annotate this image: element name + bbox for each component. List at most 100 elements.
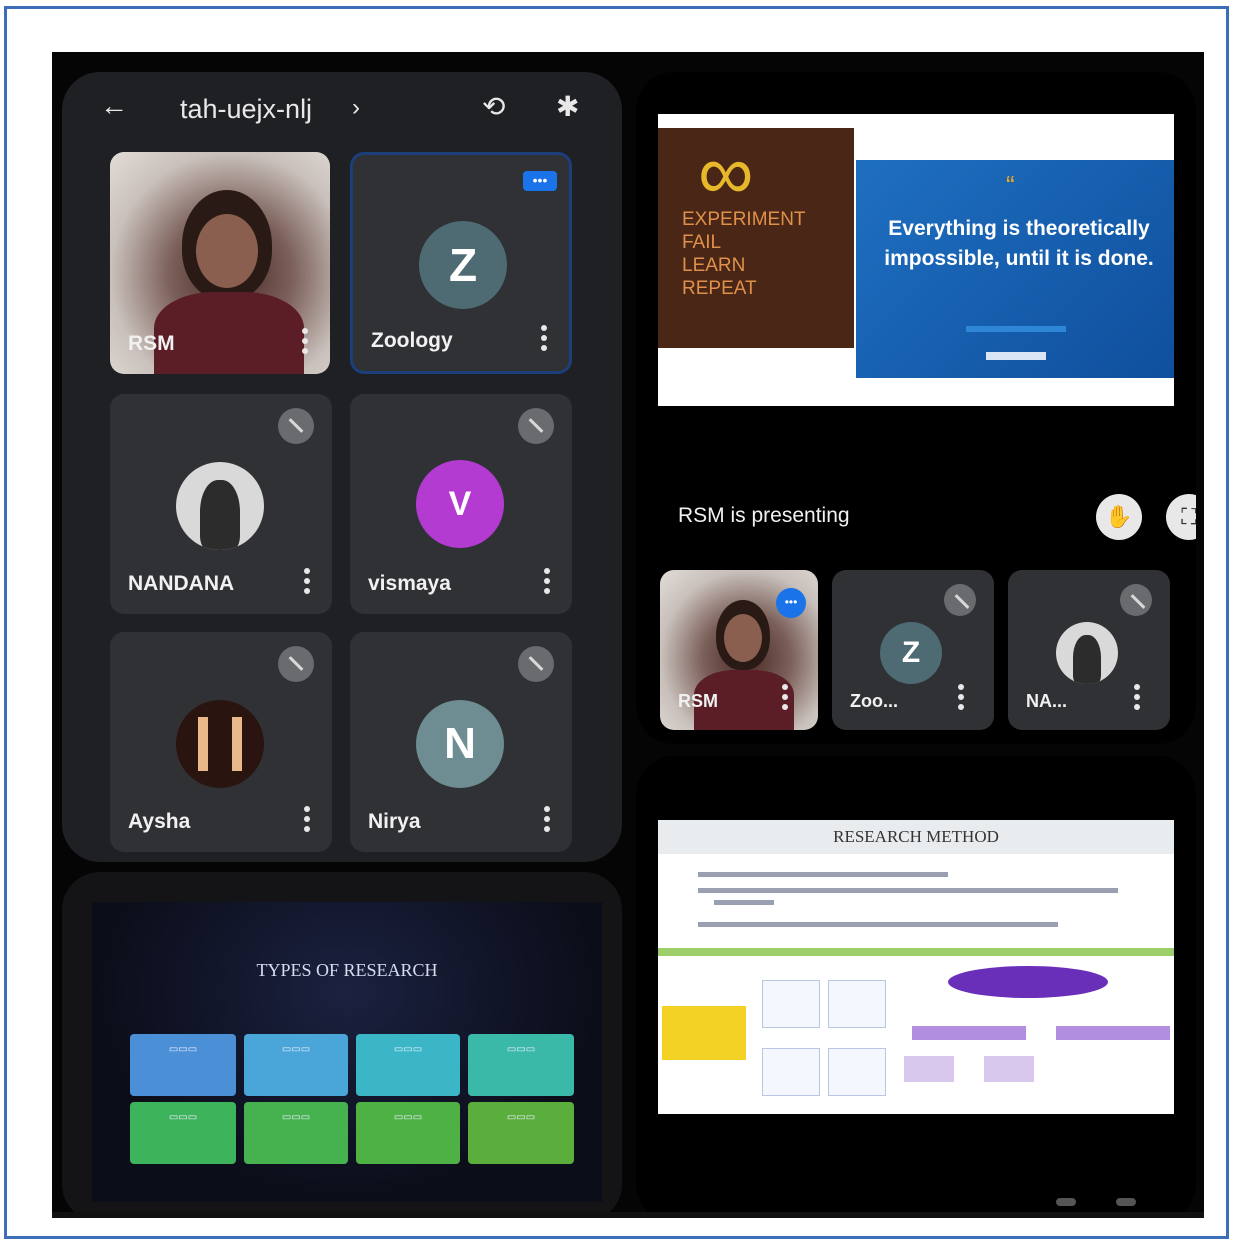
research-type-box: ▭▭▭ — [244, 1034, 348, 1096]
participant-tile-rsm[interactable]: RSM — [110, 152, 330, 374]
slide-types-of-research: TYPES OF RESEARCH ▭▭▭ ▭▭▭ ▭▭▭ ▭▭▭ ▭▭▭ ▭▭… — [92, 902, 602, 1202]
speaking-indicator-icon: ••• — [523, 171, 557, 191]
person-face — [724, 614, 762, 662]
more-options-icon[interactable] — [782, 684, 788, 710]
pin-button[interactable]: ✋ — [1096, 494, 1142, 540]
research-type-box: ▭▭▭ — [356, 1034, 460, 1096]
infinity-icon: ∞ — [698, 128, 754, 216]
slide-title: TYPES OF RESEARCH — [256, 960, 438, 980]
mic-off-icon — [1120, 584, 1152, 616]
info-card — [828, 1048, 886, 1096]
participant-name: Aysha — [128, 810, 191, 833]
fullscreen-icon: ⛶ — [1181, 504, 1196, 529]
avatar — [1056, 622, 1118, 684]
poster-quote-panel: “ Everything is theoretically impossible… — [856, 160, 1174, 378]
poster-line: LEARN — [682, 255, 746, 276]
participant-tile-vismaya[interactable]: V vismaya — [350, 394, 572, 614]
mic-off-icon — [518, 646, 554, 682]
more-options-icon[interactable] — [544, 806, 550, 832]
research-type-box: ▭▭▭ — [130, 1102, 236, 1164]
bullet-line — [714, 900, 774, 905]
quote-mark-icon: “ — [1006, 170, 1015, 200]
avatar: Z — [419, 221, 507, 309]
person-body — [154, 292, 304, 374]
mic-off-icon — [944, 584, 976, 616]
back-arrow-icon[interactable]: ← — [100, 90, 128, 122]
shared-slide-screen-types: TYPES OF RESEARCH ▭▭▭ ▭▭▭ ▭▭▭ ▭▭▭ ▭▭▭ ▭▭… — [62, 872, 622, 1212]
participant-name: Zoo... — [850, 691, 898, 711]
info-card — [762, 1048, 820, 1096]
participant-name: Nirya — [368, 810, 421, 833]
participant-tile-zoology[interactable]: ••• Z Zoology — [350, 152, 572, 374]
more-options-icon[interactable] — [1134, 684, 1140, 710]
chevron-right-icon[interactable]: › — [352, 94, 360, 122]
mic-off-icon — [278, 408, 314, 444]
poster-quote: Everything is theoretically impossible, … — [884, 217, 1154, 270]
bts-logo-icon — [198, 717, 242, 771]
quote-author-line — [966, 326, 1066, 332]
slide-title: RESEARCH METHOD — [658, 820, 1174, 854]
participant-name: NANDANA — [128, 572, 235, 595]
fullscreen-button[interactable]: ⛶ — [1166, 494, 1196, 540]
chart-node — [912, 1026, 1026, 1040]
participant-name: Zoology — [371, 329, 453, 352]
chart-node — [984, 1056, 1034, 1082]
quote-footer-line — [986, 352, 1046, 360]
participant-name: RSM — [128, 332, 175, 355]
filmstrip-tile-zoology[interactable]: Z Zoo... — [832, 570, 994, 730]
yellow-image — [662, 1006, 746, 1060]
chart-node — [904, 1056, 954, 1082]
avatar — [176, 700, 264, 788]
speaking-indicator-icon: ••• — [776, 588, 806, 618]
presented-poster: ∞ EXPERIMENT FAIL LEARN REPEAT “ Everyth… — [658, 114, 1174, 406]
participant-name: RSM — [678, 691, 718, 711]
avatar: V — [416, 460, 504, 548]
chart-root-node — [948, 966, 1108, 998]
bullet-line — [698, 922, 1058, 927]
poster-left-text: EXPERIMENT FAIL LEARN REPEAT — [682, 208, 806, 300]
bullet-line — [698, 872, 948, 877]
more-options-icon[interactable] — [304, 568, 310, 594]
control-dot[interactable] — [1116, 1198, 1136, 1206]
filmstrip-tile-nandana[interactable]: NA... — [1008, 570, 1170, 730]
more-options-icon[interactable] — [958, 684, 964, 710]
participant-tile-nandana[interactable]: NANDANA — [110, 394, 332, 614]
info-card — [828, 980, 886, 1028]
slide-research-method: RESEARCH METHOD — [658, 820, 1174, 1114]
avatar — [176, 462, 264, 550]
more-options-icon[interactable] — [304, 806, 310, 832]
poster-line: FAIL — [682, 232, 722, 253]
poster-line: REPEAT — [682, 278, 757, 299]
poster-left-panel: ∞ EXPERIMENT FAIL LEARN REPEAT — [658, 128, 854, 348]
meeting-code[interactable]: tah-uejx-nlj — [180, 94, 312, 125]
more-options-icon[interactable] — [544, 568, 550, 594]
filmstrip-tile-rsm[interactable]: ••• RSM — [660, 570, 818, 730]
control-dot[interactable] — [1056, 1198, 1076, 1206]
mic-off-icon — [278, 646, 314, 682]
poster-line: EXPERIMENT — [682, 209, 806, 230]
research-type-box: ▭▭▭ — [244, 1102, 348, 1164]
info-card — [762, 980, 820, 1028]
research-type-box: ▭▭▭ — [468, 1102, 574, 1164]
meet-grid-screen: ← tah-uejx-nlj › ⟲ ✱ RSM ••• Z Zoology N… — [62, 72, 622, 862]
profile-photo — [1073, 635, 1101, 684]
bluetooth-audio-icon[interactable]: ✱ — [556, 90, 579, 123]
research-type-box: ▭▭▭ — [356, 1102, 460, 1164]
divider-bar — [658, 948, 1174, 956]
participant-name: NA... — [1026, 691, 1068, 711]
avatar: Z — [880, 622, 942, 684]
more-options-icon[interactable] — [302, 328, 308, 354]
participant-tile-nirya[interactable]: N Nirya — [350, 632, 572, 852]
mic-off-icon — [518, 408, 554, 444]
presenting-status: RSM is presenting — [678, 504, 850, 527]
pin-icon: ✋ — [1105, 504, 1133, 529]
participant-tile-aysha[interactable]: Aysha — [110, 632, 332, 852]
more-options-icon[interactable] — [541, 325, 547, 351]
slide-controls — [1056, 1198, 1146, 1208]
switch-camera-icon[interactable]: ⟲ — [482, 90, 505, 123]
shared-slide-screen-method: RESEARCH METHOD — [636, 756, 1196, 1212]
research-type-box: ▭▭▭ — [130, 1034, 236, 1096]
bullet-line — [698, 888, 1118, 893]
profile-photo — [200, 480, 240, 550]
avatar: N — [416, 700, 504, 788]
